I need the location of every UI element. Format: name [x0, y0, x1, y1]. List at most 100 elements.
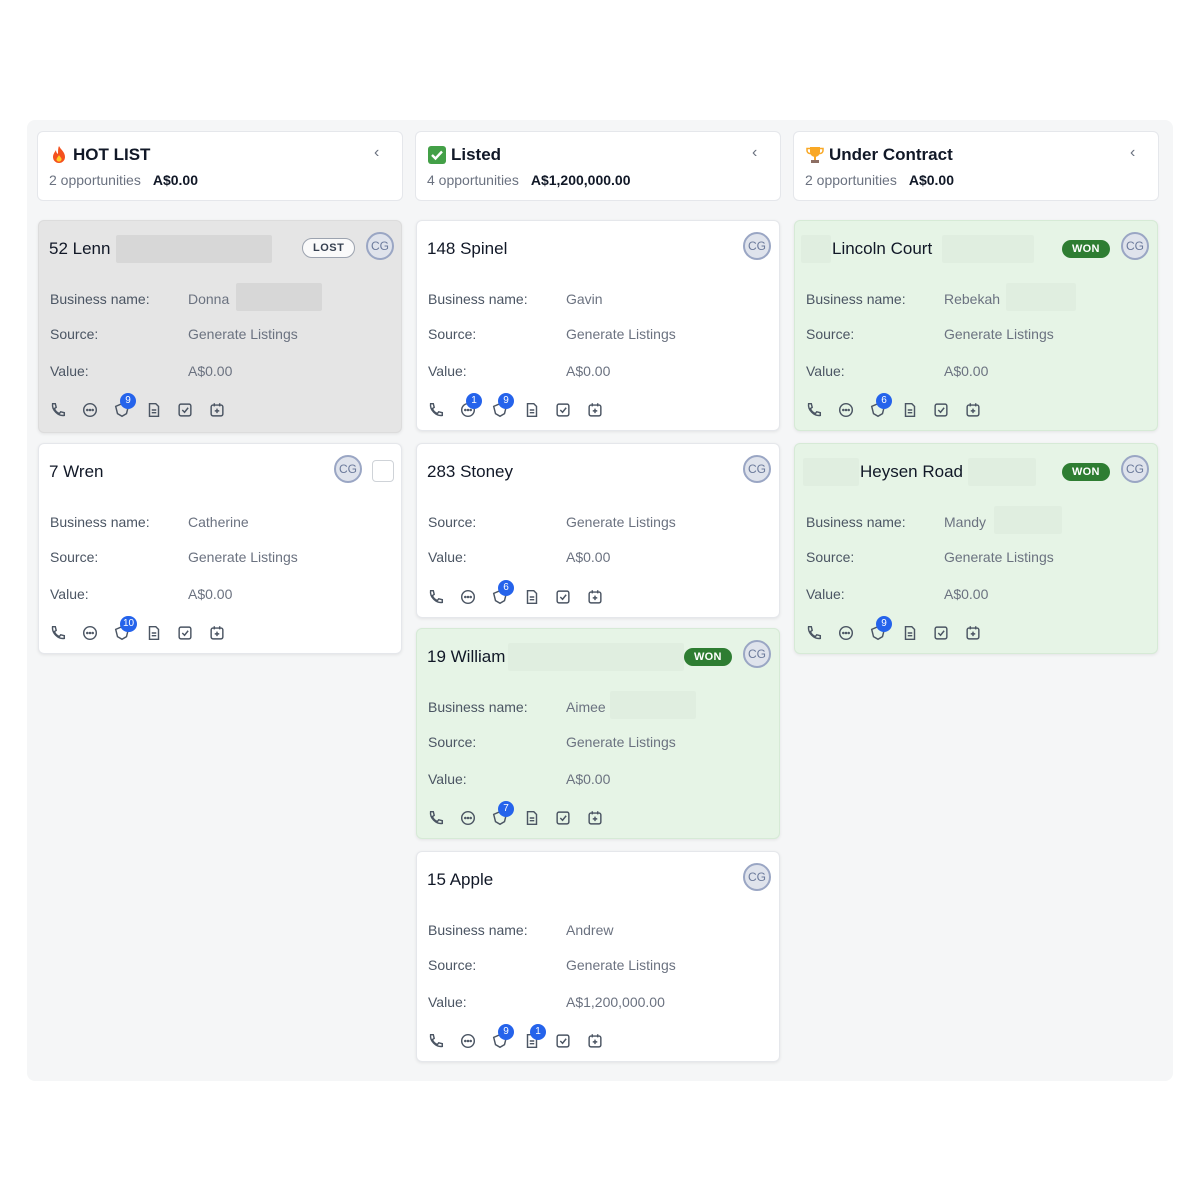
document-icon[interactable] — [145, 401, 165, 421]
calendar-icon[interactable] — [586, 1032, 606, 1052]
document-icon[interactable] — [901, 624, 921, 644]
opportunity-card[interactable]: Lincoln Court WON CG Business name: Rebe… — [794, 220, 1158, 431]
opportunity-tag-icon[interactable]: 10 — [113, 616, 138, 644]
calendar-icon[interactable] — [208, 401, 228, 421]
phone-icon[interactable] — [427, 401, 447, 421]
calendar-icon[interactable] — [586, 588, 606, 608]
task-checkbox-icon[interactable] — [932, 624, 952, 644]
phone-icon[interactable] — [49, 401, 69, 421]
opportunity-card[interactable]: 7 Wren CG Business name: Catherine Sourc… — [38, 443, 402, 654]
business-name-label: Business name: — [50, 291, 150, 307]
task-checkbox-icon[interactable] — [932, 401, 952, 421]
card-title: 148 Spinel — [427, 239, 508, 258]
notification-count: 7 — [498, 801, 514, 817]
opportunity-card[interactable]: 15 Apple CG Business name: Andrew Source… — [416, 851, 780, 1062]
document-icon[interactable] — [523, 588, 543, 608]
opportunity-card[interactable]: 148 Spinel CG Business name: Gavin Sourc… — [416, 220, 780, 431]
business-name-value: Aimee — [566, 699, 606, 715]
source-label: Source: — [428, 326, 477, 342]
avatar[interactable]: CG — [366, 232, 394, 260]
sms-icon[interactable] — [459, 588, 479, 608]
value-amount: A$0.00 — [188, 586, 233, 602]
status-badge-won: WON — [1062, 240, 1110, 258]
value-amount: A$0.00 — [944, 586, 989, 602]
opportunity-tag-icon[interactable]: 6 — [491, 580, 514, 608]
task-checkbox-icon[interactable] — [554, 401, 574, 421]
collapse-chevron-icon[interactable]: ‹ — [374, 145, 388, 161]
avatar[interactable]: CG — [743, 640, 771, 668]
task-checkbox-icon[interactable] — [176, 624, 196, 644]
value-amount: A$1,200,000.00 — [566, 994, 665, 1010]
source-value: Generate Listings — [188, 549, 298, 565]
document-icon[interactable] — [523, 809, 543, 829]
document-icon[interactable] — [523, 401, 543, 421]
source-label: Source: — [806, 549, 855, 565]
redacted-area — [236, 283, 322, 311]
source-label: Source: — [428, 957, 477, 973]
redacted-area — [1006, 283, 1076, 311]
opportunity-tag-icon[interactable]: 6 — [869, 393, 892, 421]
calendar-icon[interactable] — [964, 624, 984, 644]
opportunity-tag-icon[interactable]: 7 — [491, 801, 514, 829]
business-name-label: Business name: — [428, 291, 528, 307]
phone-icon[interactable] — [805, 401, 825, 421]
business-name-value: Andrew — [566, 922, 614, 938]
value-amount: A$0.00 — [566, 771, 611, 787]
avatar[interactable]: CG — [334, 455, 362, 483]
notification-count: 6 — [876, 393, 892, 409]
sms-icon[interactable] — [459, 809, 479, 829]
redacted-area — [803, 458, 859, 486]
value-label: Value: — [50, 586, 89, 602]
phone-icon[interactable] — [49, 624, 69, 644]
phone-icon[interactable] — [427, 1032, 447, 1052]
business-name-value: Catherine — [188, 514, 249, 530]
avatar[interactable]: CG — [743, 863, 771, 891]
task-checkbox-icon[interactable] — [554, 809, 574, 829]
opportunity-card[interactable]: 19 William WON CG Business name: Aimee S… — [416, 628, 780, 839]
sms-icon[interactable] — [81, 624, 101, 644]
source-label: Source: — [806, 326, 855, 342]
phone-icon[interactable] — [805, 624, 825, 644]
opportunity-tag-icon[interactable]: 9 — [113, 393, 136, 421]
opportunity-tag-icon[interactable]: 9 — [491, 1024, 514, 1052]
column-title: HOT LIST — [73, 145, 151, 164]
calendar-icon[interactable] — [964, 401, 984, 421]
status-badge-lost: LOST — [302, 238, 356, 258]
column-title: Under Contract — [829, 145, 953, 164]
opportunity-tag-icon[interactable]: 9 — [491, 393, 514, 421]
avatar[interactable]: CG — [1121, 455, 1149, 483]
phone-icon[interactable] — [427, 809, 447, 829]
source-label: Source: — [50, 326, 99, 342]
collapse-chevron-icon[interactable]: ‹ — [752, 145, 766, 161]
calendar-icon[interactable] — [208, 624, 228, 644]
sms-icon[interactable] — [81, 401, 101, 421]
calendar-icon[interactable] — [586, 809, 606, 829]
redacted-area — [942, 235, 1034, 263]
sms-icon[interactable] — [459, 1032, 479, 1052]
phone-icon[interactable] — [427, 588, 447, 608]
avatar[interactable]: CG — [743, 232, 771, 260]
status-badge-won: WON — [1062, 463, 1110, 481]
avatar[interactable]: CG — [743, 455, 771, 483]
source-value: Generate Listings — [944, 549, 1054, 565]
notification-count: 9 — [120, 393, 136, 409]
opportunity-card[interactable]: 283 Stoney CG Source: Generate Listings … — [416, 443, 780, 618]
avatar[interactable]: CG — [1121, 232, 1149, 260]
task-checkbox-icon[interactable] — [554, 588, 574, 608]
column-header: Listed 4 opportunities A$1,200,000.00 ‹ — [415, 131, 781, 201]
sms-icon[interactable] — [837, 624, 857, 644]
collapse-chevron-icon[interactable]: ‹ — [1130, 145, 1144, 161]
document-icon[interactable]: 1 — [523, 1024, 546, 1052]
document-icon[interactable] — [145, 624, 165, 644]
task-checkbox-icon[interactable] — [554, 1032, 574, 1052]
opportunity-card[interactable]: 52 Lenn LOST CG Business name: Donna Sou… — [38, 220, 402, 433]
sms-icon[interactable] — [837, 401, 857, 421]
sms-icon[interactable]: 1 — [459, 393, 482, 421]
calendar-icon[interactable] — [586, 401, 606, 421]
document-icon[interactable] — [901, 401, 921, 421]
source-value: Generate Listings — [566, 734, 676, 750]
opportunity-tag-icon[interactable]: 9 — [869, 616, 892, 644]
select-checkbox[interactable] — [372, 460, 394, 482]
task-checkbox-icon[interactable] — [176, 401, 196, 421]
opportunity-card[interactable]: Heysen Road WON CG Business name: Mandy … — [794, 443, 1158, 654]
